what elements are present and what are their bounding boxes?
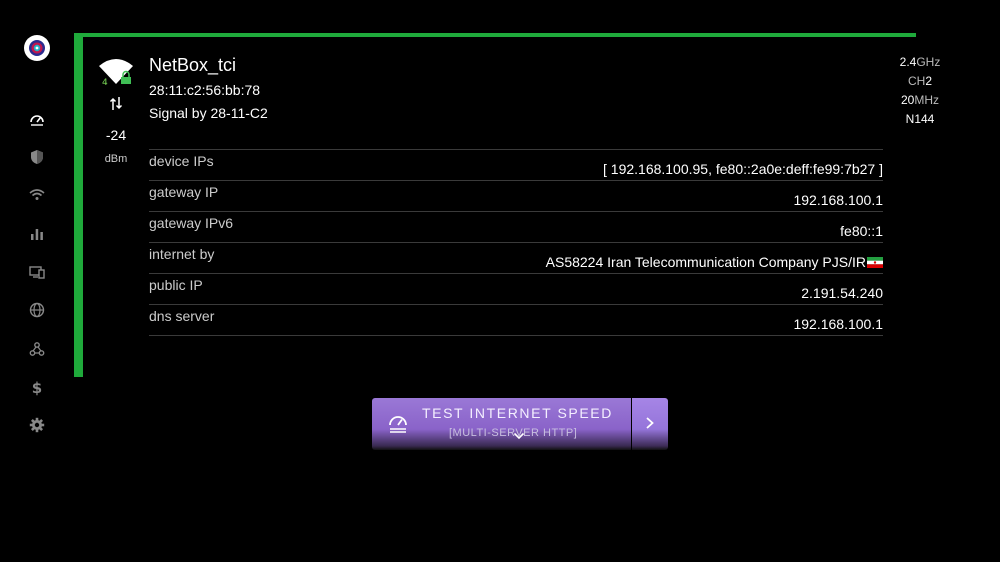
- network-bssid: 28:11:c2:56:bb:78: [149, 82, 261, 98]
- shield-icon: [31, 150, 43, 164]
- detail-value: 2.191.54.240: [801, 285, 883, 301]
- detail-row-gateway-ip: gateway IP 192.168.100.1: [149, 180, 883, 211]
- detail-value: [ 192.168.100.95, fe80::2a0e:deff:fe99:7…: [603, 161, 883, 177]
- radio-info: 2.4GHz CH2 20MHz N144: [880, 53, 960, 129]
- speedometer-icon: [389, 416, 407, 433]
- globe-icon: [29, 302, 45, 318]
- nav-wifi[interactable]: [28, 186, 46, 204]
- detail-row-device-ips: device IPs [ 192.168.100.95, fe80::2a0e:…: [149, 149, 883, 180]
- detail-row-internet-by: internet by AS58224 Iran Telecommunicati…: [149, 242, 883, 273]
- nav-webhooks[interactable]: [28, 340, 46, 358]
- bar-chart-icon: [31, 229, 43, 240]
- detail-value-with-flag: AS58224 Iran Telecommunication Company P…: [546, 254, 883, 270]
- nav-settings[interactable]: [28, 416, 46, 434]
- app-logo[interactable]: [24, 35, 50, 61]
- transfer-arrows-icon: [109, 97, 123, 110]
- wifi-standard-info: N144: [905, 112, 935, 126]
- nav-speedtest[interactable]: [28, 110, 46, 128]
- channel-width-info: 20MHz: [900, 93, 940, 107]
- svg-text:4: 4: [102, 78, 108, 88]
- detail-label: internet by: [149, 246, 215, 262]
- panel-top-border: [74, 33, 916, 37]
- gear-icon: [29, 417, 45, 433]
- detail-label: public IP: [149, 277, 203, 293]
- detail-row-gateway-ipv6: gateway IPv6 fe80::1: [149, 211, 883, 242]
- nav-pricing[interactable]: $: [28, 378, 46, 396]
- logo-icon: [29, 40, 45, 56]
- network-vendor: Signal by 28-11-C2: [149, 105, 268, 121]
- dollar-icon: $: [32, 379, 42, 396]
- speedometer-icon: [30, 115, 44, 126]
- sidebar: $: [0, 0, 74, 562]
- detail-value: 192.168.100.1: [793, 192, 883, 208]
- detail-label: gateway IP: [149, 184, 219, 200]
- speed-test-title: TEST INTERNET SPEED: [422, 405, 613, 421]
- band-info: 2.4GHz: [899, 55, 941, 69]
- nav-security[interactable]: [28, 148, 46, 166]
- detail-label: device IPs: [149, 153, 214, 169]
- detail-row-public-ip: public IP 2.191.54.240: [149, 273, 883, 304]
- nav-devices[interactable]: [28, 263, 46, 281]
- chevron-right-icon: [646, 417, 654, 429]
- detail-value: fe80::1: [840, 223, 883, 239]
- signal-strength-unit: dBm: [104, 153, 128, 165]
- detail-label: dns server: [149, 308, 215, 324]
- panel-left-border: [74, 33, 83, 377]
- detail-value: 192.168.100.1: [793, 316, 883, 332]
- wifi-signal-icon: 4: [99, 59, 133, 110]
- test-internet-speed-button[interactable]: TEST INTERNET SPEED [MULTI-SERVER HTTP]: [372, 398, 631, 450]
- network-details-table: device IPs [ 192.168.100.95, fe80::2a0e:…: [149, 149, 883, 336]
- detail-value: AS58224 Iran Telecommunication Company P…: [545, 254, 866, 270]
- channel-info: CH2: [907, 74, 933, 88]
- chevron-down-icon[interactable]: [513, 431, 525, 441]
- webhook-icon: [29, 342, 45, 356]
- svg-text:$: $: [32, 379, 42, 396]
- iran-flag-icon: [867, 257, 883, 268]
- wifi-icon: [29, 189, 45, 200]
- nav-statistics[interactable]: [28, 225, 46, 243]
- start-speed-test-button[interactable]: [632, 398, 668, 450]
- nav-internet[interactable]: [28, 301, 46, 319]
- network-ssid: NetBox_tci: [149, 55, 237, 75]
- signal-indicator: 4: [96, 56, 136, 121]
- detail-label: gateway IPv6: [149, 215, 234, 231]
- detail-row-dns-server: dns server 192.168.100.1: [149, 304, 883, 336]
- devices-icon: [29, 266, 45, 279]
- signal-strength-value: -24: [105, 127, 127, 143]
